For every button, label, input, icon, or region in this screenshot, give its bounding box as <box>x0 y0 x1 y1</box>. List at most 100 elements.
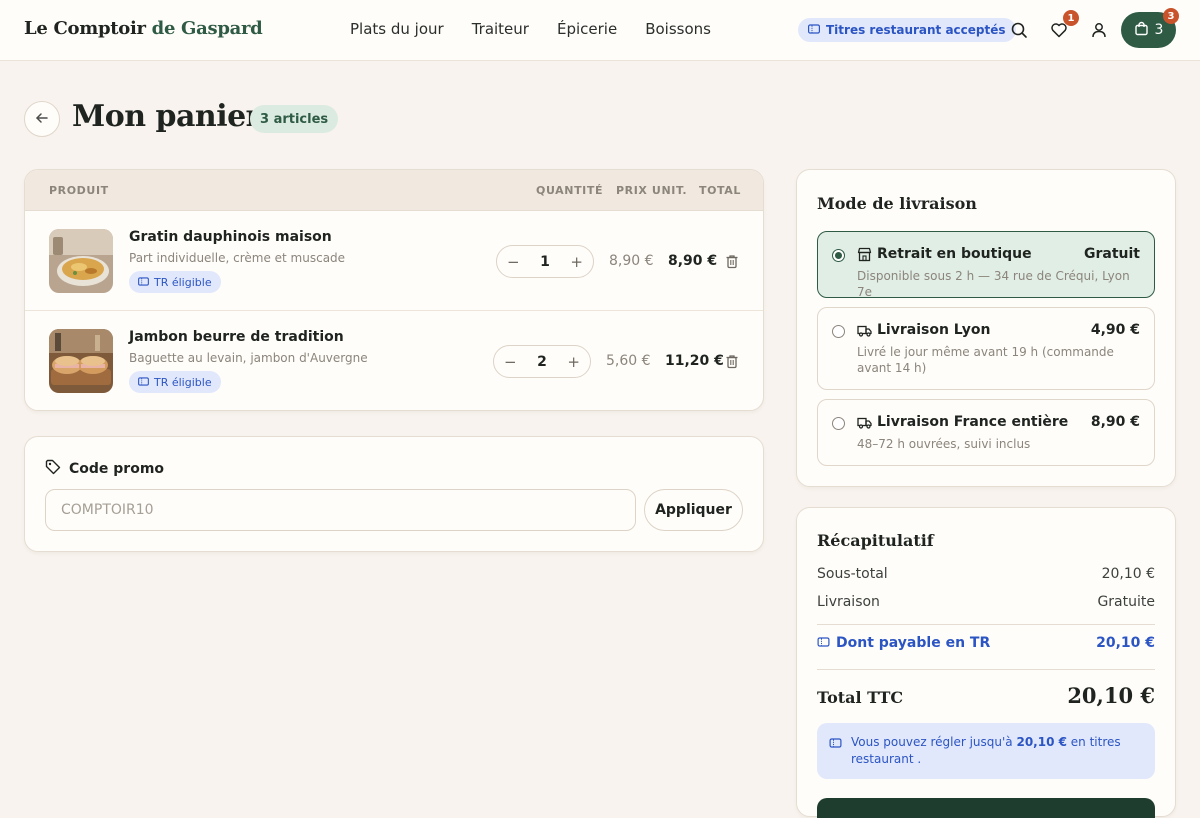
product-image-gratin[interactable] <box>49 229 113 293</box>
tr-eligible-tag: TR éligible <box>129 371 221 393</box>
tr-payable-row: Dont payable en TR 20,10 € <box>817 635 1155 651</box>
back-button[interactable] <box>24 101 60 137</box>
tr-accepted-label: Titres restaurant acceptés <box>826 23 1006 37</box>
promo-code-title: Code promo <box>45 459 164 479</box>
brand-name-part1: Le Comptoir <box>24 18 146 39</box>
main-nav: Plats du jour Traiteur Épicerie Boissons <box>350 20 711 38</box>
delivery-fee-label: Livraison <box>817 594 880 610</box>
delivery-option-price: 4,90 € <box>1090 322 1140 338</box>
wishlist-count-badge: 1 <box>1063 10 1079 26</box>
total-row: Total TTC 20,10 € <box>817 683 1155 708</box>
checkout-button[interactable] <box>817 798 1155 818</box>
column-header-product: PRODUIT <box>49 184 109 197</box>
truck-icon <box>857 323 873 339</box>
apply-promo-button[interactable]: Appliquer <box>644 489 743 531</box>
promo-code-card: Code promo Appliquer <box>24 436 764 552</box>
promo-code-label: Code promo <box>69 461 165 477</box>
cart-count: 3 <box>1154 22 1164 38</box>
delivery-option-lyon[interactable]: Livraison Lyon 4,90 € Livré le jour même… <box>817 307 1155 390</box>
delivery-option-name: Livraison France entière <box>877 414 1069 430</box>
subtotal-row: Sous-total 20,10 € <box>817 566 1155 582</box>
quantity-stepper: − 1 + <box>496 245 594 278</box>
nav-item-plats-du-jour[interactable]: Plats du jour <box>350 20 444 38</box>
product-name[interactable]: Gratin dauphinois maison <box>129 229 332 245</box>
article-count-badge: 3 articles <box>250 105 339 133</box>
ticket-icon <box>817 635 830 651</box>
nav-item-boissons[interactable]: Boissons <box>645 20 711 38</box>
tr-eligible-label: TR éligible <box>154 275 212 289</box>
subtotal-value: 20,10 € <box>1101 566 1155 582</box>
truck-icon <box>857 415 873 431</box>
total-label: Total TTC <box>817 688 904 707</box>
product-image-jambon-beurre[interactable] <box>49 329 113 393</box>
trash-icon[interactable] <box>724 253 740 269</box>
page-title: Mon panier <box>72 99 262 134</box>
order-summary-card: Récapitulatif Sous-total 20,10 € Livrais… <box>796 507 1176 818</box>
shopping-bag-icon <box>1134 21 1149 40</box>
increase-quantity-button[interactable]: + <box>567 353 580 371</box>
delivery-radio-france[interactable] <box>832 417 845 430</box>
column-header-total: TOTAL <box>699 184 742 197</box>
delivery-fee-row: Livraison Gratuite <box>817 594 1155 610</box>
delivery-mode-card: Mode de livraison Retrait en boutique Gr… <box>796 169 1176 487</box>
ticket-icon <box>138 276 149 289</box>
delivery-option-france[interactable]: Livraison France entière 8,90 € 48–72 h … <box>817 399 1155 466</box>
table-row: Jambon beurre de tradition Baguette au l… <box>25 311 763 410</box>
line-total: 8,90 € <box>668 253 718 269</box>
tr-accepted-badge: Titres restaurant acceptés <box>798 18 1016 42</box>
tr-info-box: Vous pouvez régler jusqu'à 20,10 € en ti… <box>817 723 1155 779</box>
product-name[interactable]: Jambon beurre de tradition <box>129 329 344 345</box>
store-icon <box>857 247 873 263</box>
arrow-left-icon <box>35 110 49 129</box>
decrease-quantity-button[interactable]: − <box>504 353 517 371</box>
delivery-option-pickup[interactable]: Retrait en boutique Gratuit Disponible s… <box>817 231 1155 299</box>
unit-price: 5,60 € <box>606 353 651 369</box>
column-header-quantity: QUANTITÉ <box>536 184 604 197</box>
tr-info-text-before: Vous pouvez régler jusqu'à <box>851 735 1013 749</box>
search-icon[interactable] <box>1008 19 1030 41</box>
trash-icon[interactable] <box>724 353 740 369</box>
promo-code-input[interactable] <box>45 489 636 531</box>
nav-item-traiteur[interactable]: Traiteur <box>472 20 529 38</box>
summary-title: Récapitulatif <box>817 531 934 550</box>
quantity-value: 2 <box>537 353 547 370</box>
tr-eligible-tag: TR éligible <box>129 271 221 293</box>
unit-price: 8,90 € <box>609 253 654 269</box>
subtotal-label: Sous-total <box>817 566 888 582</box>
decrease-quantity-button[interactable]: − <box>507 253 520 271</box>
brand-logo[interactable]: Le Comptoir de Gaspard <box>24 18 263 39</box>
delivery-option-price: Gratuit <box>1084 246 1140 262</box>
delivery-option-description: Livré le jour même avant 19 h (commande … <box>857 345 1114 375</box>
tr-eligible-label: TR éligible <box>154 375 212 389</box>
delivery-radio-lyon[interactable] <box>832 325 845 338</box>
product-description: Part individuelle, crème et muscade <box>129 251 346 265</box>
ticket-icon <box>808 23 821 37</box>
top-header: Le Comptoir de Gaspard Plats du jour Tra… <box>0 0 1200 61</box>
delivery-option-name: Livraison Lyon <box>877 322 991 338</box>
ticket-icon <box>829 736 842 753</box>
total-value: 20,10 € <box>1067 683 1155 708</box>
delivery-mode-title: Mode de livraison <box>817 194 977 213</box>
nav-item-epicerie[interactable]: Épicerie <box>557 20 617 38</box>
tr-payable-value: 20,10 € <box>1096 635 1155 651</box>
line-total: 11,20 € <box>665 353 724 369</box>
delivery-option-name: Retrait en boutique <box>877 246 1032 262</box>
summary-divider <box>817 624 1155 625</box>
delivery-option-price: 8,90 € <box>1090 414 1140 430</box>
tag-icon <box>45 459 61 479</box>
delivery-option-description: Disponible sous 2 h — 34 rue de Créqui, … <box>857 269 1130 299</box>
quantity-stepper: − 2 + <box>493 345 591 378</box>
table-row: Gratin dauphinois maison Part individuel… <box>25 211 763 311</box>
column-header-unit-price: PRIX UNIT. <box>616 184 688 197</box>
tr-payable-label: Dont payable en TR <box>836 635 991 651</box>
brand-name-part2: de Gaspard <box>151 18 263 39</box>
product-description: Baguette au levain, jambon d'Auvergne <box>129 351 368 365</box>
ticket-icon <box>138 376 149 389</box>
increase-quantity-button[interactable]: + <box>570 253 583 271</box>
user-icon[interactable] <box>1088 19 1110 41</box>
tr-info-amount: 20,10 € <box>1016 735 1067 749</box>
cart-count-badge: 3 <box>1163 8 1179 24</box>
delivery-option-description: 48–72 h ouvrées, suivi inclus <box>857 437 1031 451</box>
delivery-radio-pickup[interactable] <box>832 249 845 262</box>
cart-table: PRODUIT QUANTITÉ PRIX UNIT. TOTAL Gratin… <box>24 169 764 411</box>
